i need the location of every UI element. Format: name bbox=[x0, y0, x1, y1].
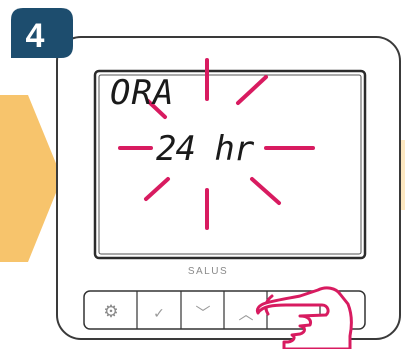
check-icon: ✓ bbox=[153, 306, 165, 322]
brand-logo: SALUS bbox=[188, 266, 228, 277]
display-label: ORA bbox=[110, 73, 174, 113]
gear-icon: ⚙ bbox=[103, 302, 118, 322]
display-value: 24 hr bbox=[156, 129, 255, 169]
down-button[interactable]: ﹀ bbox=[182, 292, 223, 328]
chevron-up-icon: ︿ bbox=[238, 305, 253, 323]
step-badge: 4 bbox=[11, 8, 73, 58]
confirm-button[interactable]: ✓ bbox=[138, 292, 180, 328]
chevron-down-icon: ﹀ bbox=[195, 304, 210, 322]
gear-button[interactable]: ⚙ bbox=[85, 292, 136, 328]
direction-arrow bbox=[0, 95, 62, 262]
step-number: 4 bbox=[26, 17, 45, 55]
